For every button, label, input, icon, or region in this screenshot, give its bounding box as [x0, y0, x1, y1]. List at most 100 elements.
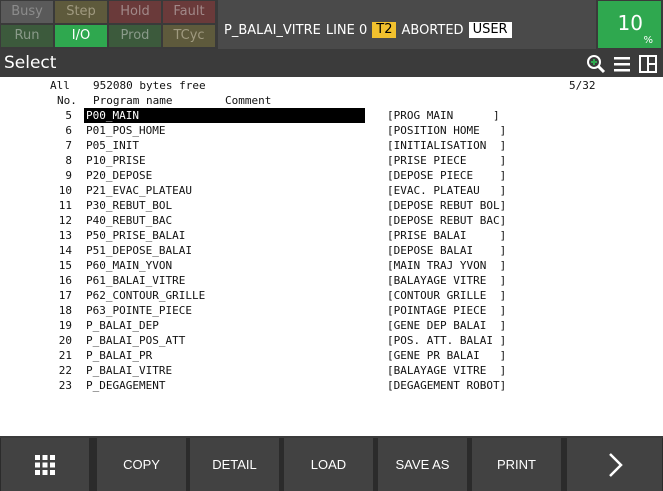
table-row[interactable]: 9 P20_DEPOSE [DEPOSE PIECE ]: [0, 168, 663, 183]
split-window-icon[interactable]: [638, 54, 658, 74]
program-name: P60_MAIN_YVON: [86, 259, 173, 272]
program-comment: [BALAYAGE VITRE ]: [387, 274, 507, 287]
save-as-button[interactable]: SAVE AS: [378, 438, 467, 491]
run-indicator: Run: [1, 25, 53, 47]
table-row[interactable]: 18 P63_POINTE_PIECE [POINTAGE PIECE ]: [0, 303, 663, 318]
grid-menu-button[interactable]: [1, 438, 89, 491]
program-number: 14: [58, 244, 72, 257]
copy-button[interactable]: COPY: [97, 438, 186, 491]
program-number: 15: [58, 259, 72, 272]
table-row[interactable]: 7 P05_INIT [INITIALISATION ]: [0, 138, 663, 153]
fault-indicator: Fault: [163, 1, 215, 23]
title-area[interactable]: P_BALAI_VITRE LINE 0 T2 ABORTED USER: [218, 0, 596, 49]
list-filter: All: [50, 79, 70, 92]
program-name: P_BALAI_VITRE: [86, 364, 173, 377]
status-bar: Busy Step Hold Fault Run I/O Prod TCyc P…: [0, 0, 663, 49]
program-comment: [EVAC. PLATEAU ]: [387, 184, 507, 197]
program-number: 22: [58, 364, 72, 377]
hamburger-menu-icon[interactable]: [612, 54, 632, 74]
program-comment: [POS. ATT. BALAI ]: [387, 334, 507, 347]
table-row[interactable]: 20 P_BALAI_POS_ATT [POS. ATT. BALAI ]: [0, 333, 663, 348]
program-number: 11: [58, 199, 72, 212]
load-button[interactable]: LOAD: [284, 438, 373, 491]
col-header-no: No.: [57, 94, 77, 107]
program-comment: [PRISE PIECE ]: [387, 154, 507, 167]
program-number: 18: [58, 304, 72, 317]
program-comment: [POSITION HOME ]: [387, 124, 507, 137]
override-unit: %: [643, 35, 653, 46]
table-row[interactable]: 12 P40_REBUT_BAC [DEPOSE REBUT BAC]: [0, 213, 663, 228]
table-row[interactable]: 23 P_DEGAGEMENT [DEGAGEMENT ROBOT]: [0, 378, 663, 393]
program-comment: [GENE DEP BALAI ]: [387, 319, 507, 332]
tcyc-indicator: TCyc: [163, 25, 215, 47]
program-name: P_DEGAGEMENT: [86, 379, 166, 392]
program-comment: [DEPOSE REBUT BAC]: [387, 214, 507, 227]
table-row[interactable]: 6 P01_POS_HOME [POSITION HOME ]: [0, 123, 663, 138]
program-comment: [PRISE BALAI ]: [387, 229, 507, 242]
program-number: 20: [58, 334, 72, 347]
table-row[interactable]: 15 P60_MAIN_YVON [MAIN TRAJ YVON ]: [0, 258, 663, 273]
table-row[interactable]: 11 P30_REBUT_BOL [DEPOSE REBUT BOL]: [0, 198, 663, 213]
program-name: P_BALAI_DEP: [86, 319, 159, 332]
print-button[interactable]: PRINT: [472, 438, 561, 491]
program-number: 23: [58, 379, 72, 392]
program-name: P40_REBUT_BAC: [86, 214, 173, 227]
table-row[interactable]: 22 P_BALAI_VITRE [BALAYAGE VITRE ]: [0, 363, 663, 378]
program-name: P63_POINTE_PIECE: [86, 304, 192, 317]
current-line: LINE 0: [325, 22, 368, 38]
program-name: P61_BALAI_VITRE: [86, 274, 186, 287]
override-value: 10: [617, 11, 643, 35]
next-page-button[interactable]: [567, 438, 662, 491]
program-name: P00_MAIN: [84, 108, 365, 123]
grid-menu-icon: [35, 454, 55, 475]
page-indicator: 5/32: [569, 79, 596, 92]
col-header-comment: Comment: [225, 94, 272, 107]
program-name: P01_POS_HOME: [86, 124, 166, 137]
table-row[interactable]: 13 P50_PRISE_BALAI [PRISE BALAI ]: [0, 228, 663, 243]
program-comment: [POINTAGE PIECE ]: [387, 304, 507, 317]
hold-indicator: Hold: [109, 1, 161, 23]
program-number: 21: [58, 349, 72, 362]
zoom-in-icon[interactable]: [586, 54, 606, 74]
current-program: P_BALAI_VITRE: [224, 22, 321, 38]
task-badge: T2: [372, 22, 397, 38]
table-row[interactable]: 21 P_BALAI_PR [GENE PR BALAI ]: [0, 348, 663, 363]
program-comment: [MAIN TRAJ YVON ]: [387, 259, 507, 272]
program-number: 16: [58, 274, 72, 287]
speed-override[interactable]: 10 %: [598, 1, 661, 48]
table-row[interactable]: 5 P00_MAIN [PROG MAIN ]: [0, 108, 663, 123]
program-comment: [BALAYAGE VITRE ]: [387, 364, 507, 377]
program-name: P10_PRISE: [86, 154, 146, 167]
program-number: 5: [65, 109, 72, 122]
busy-indicator: Busy: [1, 1, 53, 23]
table-row[interactable]: 10 P21_EVAC_PLATEAU [EVAC. PLATEAU ]: [0, 183, 663, 198]
program-name: P_BALAI_PR: [86, 349, 153, 362]
program-comment: [DEGAGEMENT ROBOT]: [387, 379, 507, 392]
program-number: 12: [58, 214, 72, 227]
col-header-name: Program name: [93, 94, 173, 107]
program-number: 10: [58, 184, 72, 197]
table-row[interactable]: 16 P61_BALAI_VITRE [BALAYAGE VITRE ]: [0, 273, 663, 288]
program-number: 13: [58, 229, 72, 242]
program-name: P20_DEPOSE: [86, 169, 153, 182]
prod-indicator: Prod: [109, 25, 161, 47]
program-number: 7: [65, 139, 72, 152]
program-comment: [CONTOUR GRILLE ]: [387, 289, 507, 302]
table-row[interactable]: 8 P10_PRISE [PRISE PIECE ]: [0, 153, 663, 168]
softkey-bar: COPY DETAIL LOAD SAVE AS PRINT: [0, 438, 663, 491]
chevron-right-icon: [608, 452, 623, 477]
table-row[interactable]: 19 P_BALAI_DEP [GENE DEP BALAI ]: [0, 318, 663, 333]
program-number: 6: [65, 124, 72, 137]
program-name: P50_PRISE_BALAI: [86, 229, 186, 242]
program-name: P_BALAI_POS_ATT: [86, 334, 186, 347]
program-comment: [GENE PR BALAI ]: [387, 349, 507, 362]
program-number: 8: [65, 154, 72, 167]
program-comment: [DEPOSE BALAI ]: [387, 244, 507, 257]
detail-button[interactable]: DETAIL: [190, 438, 279, 491]
table-row[interactable]: 14 P51_DEPOSE_BALAI [DEPOSE BALAI ]: [0, 243, 663, 258]
program-comment: [INITIALISATION ]: [387, 139, 507, 152]
program-name: P30_REBUT_BOL: [86, 199, 173, 212]
table-row[interactable]: 17 P62_CONTOUR_GRILLE [CONTOUR GRILLE ]: [0, 288, 663, 303]
program-number: 19: [58, 319, 72, 332]
memory-free: 952080 bytes free: [93, 79, 206, 92]
